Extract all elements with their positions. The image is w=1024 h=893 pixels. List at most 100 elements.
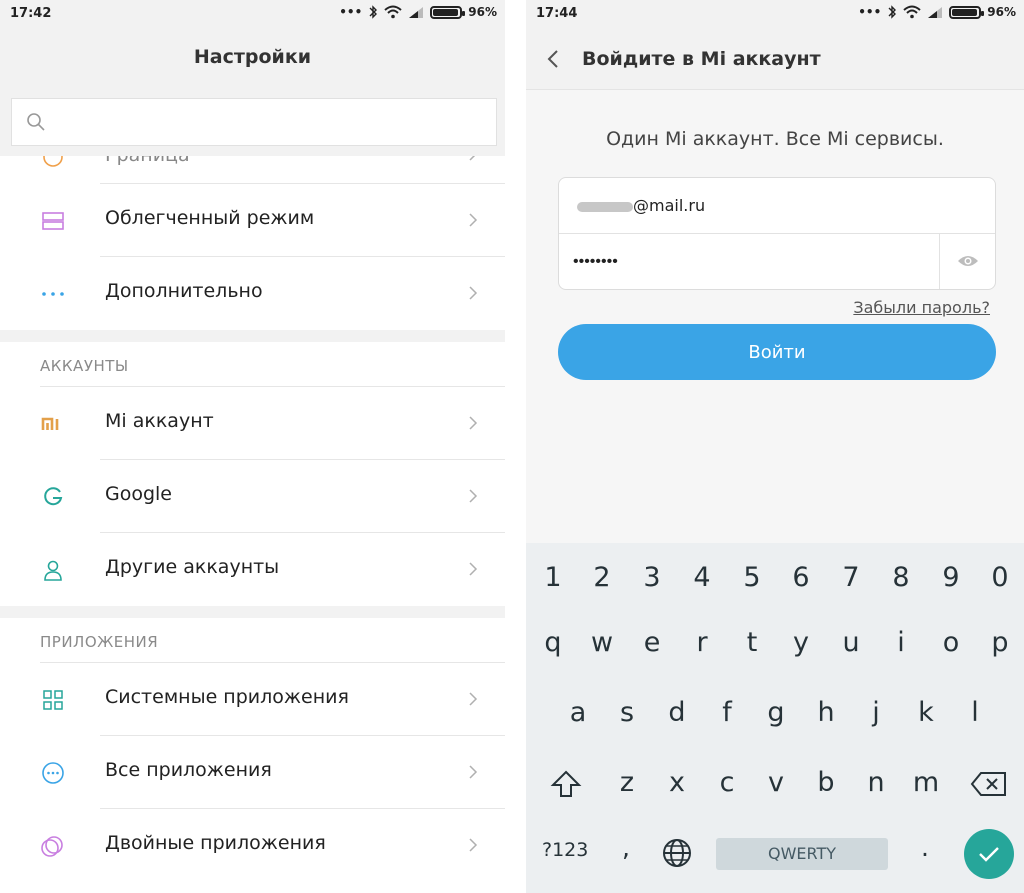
list-item-label: Другие аккаунты [105, 556, 280, 578]
key-d[interactable]: d [652, 683, 702, 743]
key-o[interactable]: o [926, 613, 976, 673]
email-field[interactable]: @mail.ru [559, 178, 995, 234]
email-value: @mail.ru [633, 196, 706, 215]
section-header-apps: ПРИЛОЖЕНИЯ [0, 618, 505, 663]
bluetooth-icon [888, 5, 897, 19]
shift-icon[interactable] [550, 769, 582, 799]
key-t[interactable]: t [727, 613, 777, 673]
bluetooth-icon [369, 5, 378, 19]
key-k[interactable]: k [901, 683, 951, 743]
tagline: Один Mi аккаунт. Все Mi сервисы. [606, 128, 944, 150]
list-item-label: Google [105, 483, 173, 505]
key-u[interactable]: u [826, 613, 876, 673]
check-icon [979, 847, 999, 862]
login-button[interactable]: Войти [558, 324, 996, 380]
settings-header: Настройки [0, 28, 505, 90]
more-dots-status-icon: ••• [858, 5, 882, 19]
globe-icon[interactable] [661, 837, 693, 869]
section-gap [0, 606, 505, 618]
key-l[interactable]: l [950, 683, 1000, 743]
list-item-mi-account[interactable]: Mi аккаунт [0, 387, 505, 460]
battery-icon [949, 5, 985, 19]
show-password-toggle[interactable] [939, 234, 995, 289]
wifi-icon [903, 5, 921, 19]
keyboard-number-row: 1 2 3 4 5 6 7 8 9 0 [526, 548, 1024, 608]
space-key[interactable]: QWERTY [716, 838, 888, 870]
dual-apps-icon [40, 835, 66, 857]
list-item-other-accounts[interactable]: Другие аккаунты [0, 533, 505, 606]
chevron-right-icon [469, 286, 478, 300]
page-title: Войдите в Mi аккаунт [582, 48, 821, 70]
key-9[interactable]: 9 [926, 548, 976, 608]
list-item-all-apps[interactable]: Все приложения [0, 736, 505, 809]
forgot-password-link[interactable]: Забыли пароль? [853, 298, 990, 317]
search-bar [0, 90, 505, 156]
key-period[interactable]: . [921, 833, 929, 862]
backspace-icon[interactable] [970, 771, 1008, 797]
lite-mode-icon [40, 210, 66, 232]
list-item-label: Mi аккаунт [105, 410, 214, 432]
list-item-label: Системные приложения [105, 686, 349, 708]
login-form: @mail.ru [558, 177, 996, 290]
login-header: Войдите в Mi аккаунт [526, 28, 1024, 90]
key-b[interactable]: b [801, 753, 851, 813]
key-j[interactable]: j [851, 683, 901, 743]
key-3[interactable]: 3 [627, 548, 677, 608]
search-icon [27, 113, 45, 131]
list-item-google[interactable]: Google [0, 460, 505, 533]
key-s[interactable]: s [602, 683, 652, 743]
key-h[interactable]: h [801, 683, 851, 743]
key-i[interactable]: i [876, 613, 926, 673]
key-y[interactable]: y [776, 613, 826, 673]
grid-icon [40, 689, 66, 711]
list-item-partial[interactable]: Граница [0, 156, 505, 184]
keyboard-row-2: a s d f g h j k l [526, 683, 1024, 743]
chevron-right-icon [469, 838, 478, 852]
signal-icon [409, 7, 424, 18]
key-x[interactable]: x [652, 753, 702, 813]
keyboard-row-3: z x c v b n m [526, 753, 1024, 813]
done-key[interactable] [964, 829, 1014, 879]
status-time: 17:42 [10, 6, 52, 21]
key-w[interactable]: w [577, 613, 627, 673]
key-g[interactable]: g [751, 683, 801, 743]
key-c[interactable]: c [702, 753, 752, 813]
key-6[interactable]: 6 [776, 548, 826, 608]
key-z[interactable]: z [602, 753, 652, 813]
key-p[interactable]: p [975, 613, 1024, 673]
list-item-additional[interactable]: Дополнительно [0, 257, 505, 330]
key-f[interactable]: f [702, 683, 752, 743]
list-item-label: Двойные приложения [105, 832, 326, 854]
key-0[interactable]: 0 [975, 548, 1024, 608]
key-1[interactable]: 1 [528, 548, 578, 608]
eye-icon [958, 256, 978, 266]
section-gap [0, 330, 505, 342]
keyboard-row-1: q w e r t y u i o p [526, 613, 1024, 673]
key-e[interactable]: e [627, 613, 677, 673]
redacted-username [577, 202, 633, 212]
password-field[interactable] [573, 234, 913, 289]
key-8[interactable]: 8 [876, 548, 926, 608]
key-2[interactable]: 2 [577, 548, 627, 608]
section-title: АККАУНТЫ [40, 357, 129, 375]
key-7[interactable]: 7 [826, 548, 876, 608]
key-5[interactable]: 5 [727, 548, 777, 608]
search-box[interactable] [11, 98, 497, 146]
list-item-dual-apps[interactable]: Двойные приложения [0, 809, 505, 882]
symbols-key[interactable]: ?123 [542, 839, 588, 861]
mi-login-screen: 17:44 ••• 96% Войдите в Mi аккаунт Один … [526, 0, 1024, 893]
key-comma[interactable]: , [622, 833, 630, 862]
key-4[interactable]: 4 [677, 548, 727, 608]
list-item-lite-mode[interactable]: Облегченный режим [0, 184, 505, 257]
key-q[interactable]: q [528, 613, 578, 673]
key-m[interactable]: m [901, 753, 951, 813]
wifi-icon [384, 5, 402, 19]
chevron-right-icon [469, 489, 478, 503]
key-n[interactable]: n [851, 753, 901, 813]
key-v[interactable]: v [751, 753, 801, 813]
back-arrow-icon[interactable] [546, 48, 560, 70]
key-a[interactable]: a [553, 683, 603, 743]
key-r[interactable]: r [677, 613, 727, 673]
list-item-system-apps[interactable]: Системные приложения [0, 663, 505, 736]
search-input[interactable] [56, 99, 488, 145]
